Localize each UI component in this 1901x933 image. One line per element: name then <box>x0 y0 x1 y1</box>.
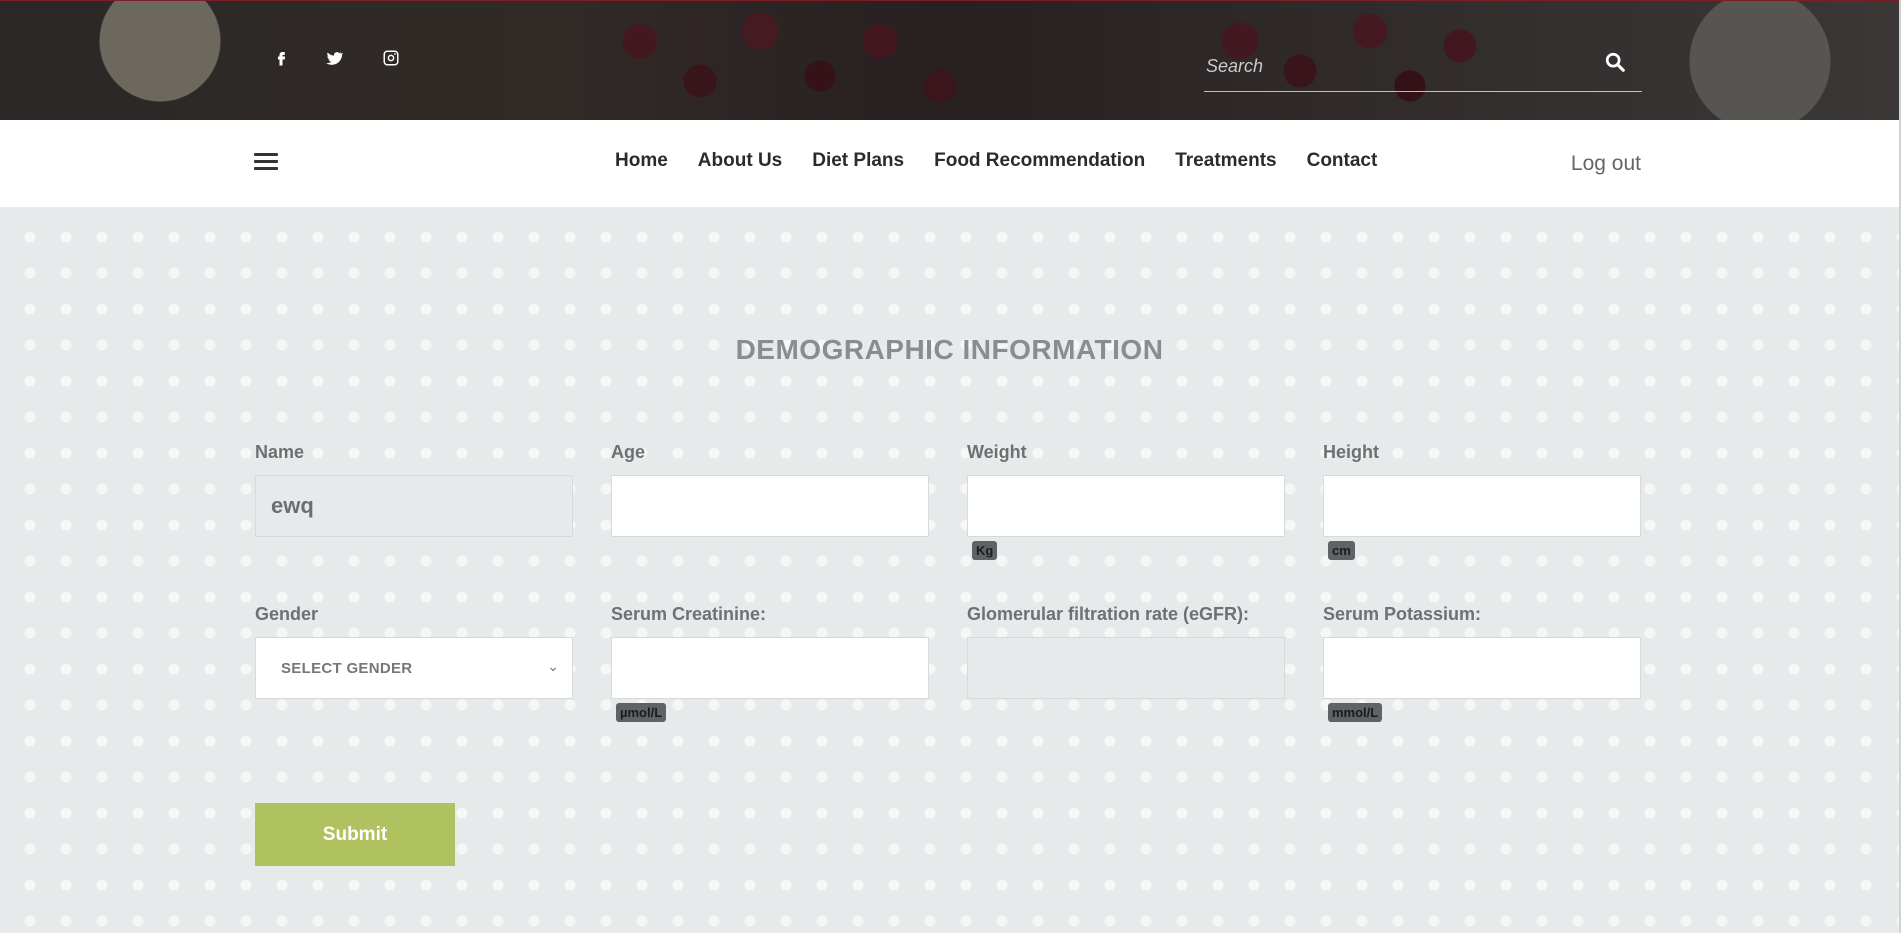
name-label: Name <box>255 442 305 462</box>
serum-potassium-field-group: Serum Potassium: mmol/L <box>1323 604 1641 722</box>
weight-label: Weight <box>967 442 1027 462</box>
gender-select[interactable]: SELECT GENDER ⌄ <box>255 637 573 699</box>
weight-input[interactable] <box>967 475 1285 537</box>
serum-potassium-label: Serum Potassium: <box>1323 604 1482 624</box>
instagram-icon[interactable] <box>382 49 400 67</box>
search-bar <box>1204 39 1642 92</box>
age-label: Age <box>611 442 646 462</box>
height-input[interactable] <box>1323 475 1641 537</box>
serum-creatinine-field-group: Serum Creatinine: µmol/L <box>611 604 929 722</box>
search-icon[interactable] <box>1604 51 1628 75</box>
gender-label: Gender <box>255 604 319 624</box>
nav-contact[interactable]: Contact <box>1307 150 1378 172</box>
nav-treatments[interactable]: Treatments <box>1175 150 1276 172</box>
age-field-group: Age <box>611 442 929 537</box>
weight-field-group: Weight Kg <box>967 442 1285 560</box>
menu-icon[interactable] <box>254 153 278 173</box>
header-banner <box>0 0 1899 121</box>
gender-selected-value: SELECT GENDER <box>281 660 413 677</box>
serum-potassium-input[interactable] <box>1323 637 1641 699</box>
chevron-down-icon: ⌄ <box>547 658 559 674</box>
age-input[interactable] <box>611 475 929 537</box>
nav-home[interactable]: Home <box>615 150 668 172</box>
name-field-group: Name <box>255 442 573 537</box>
height-field-group: Height cm <box>1323 442 1641 560</box>
height-unit-badge: cm <box>1328 541 1355 560</box>
main-navbar: Home About Us Diet Plans Food Recommenda… <box>0 120 1899 207</box>
nav-links: Home About Us Diet Plans Food Recommenda… <box>615 150 1377 172</box>
main-content: DEMOGRAPHIC INFORMATION Name Age Weight … <box>0 207 1899 933</box>
weight-unit-badge: Kg <box>972 541 998 560</box>
name-input[interactable] <box>255 475 573 537</box>
egfr-field-group: Glomerular filtration rate (eGFR): <box>967 604 1285 699</box>
nav-food-recommendation[interactable]: Food Recommendation <box>934 150 1145 172</box>
egfr-input[interactable] <box>967 637 1285 699</box>
serum-creatinine-input[interactable] <box>611 637 929 699</box>
submit-button[interactable]: Submit <box>255 803 455 866</box>
gender-field-group: Gender SELECT GENDER ⌄ <box>255 604 573 699</box>
serum-creatinine-unit-badge: µmol/L <box>616 703 667 722</box>
egfr-label: Glomerular filtration rate (eGFR): <box>967 604 1250 624</box>
nav-diet-plans[interactable]: Diet Plans <box>812 150 904 172</box>
height-label: Height <box>1323 442 1379 462</box>
twitter-icon[interactable] <box>325 49 343 67</box>
nav-about-us[interactable]: About Us <box>698 150 782 172</box>
serum-potassium-unit-badge: mmol/L <box>1328 703 1383 722</box>
search-input[interactable] <box>1204 47 1588 85</box>
facebook-icon[interactable] <box>272 49 290 67</box>
logout-link[interactable]: Log out <box>1571 152 1641 176</box>
page-title: DEMOGRAPHIC INFORMATION <box>735 334 1164 365</box>
serum-creatinine-label: Serum Creatinine: <box>611 604 767 624</box>
